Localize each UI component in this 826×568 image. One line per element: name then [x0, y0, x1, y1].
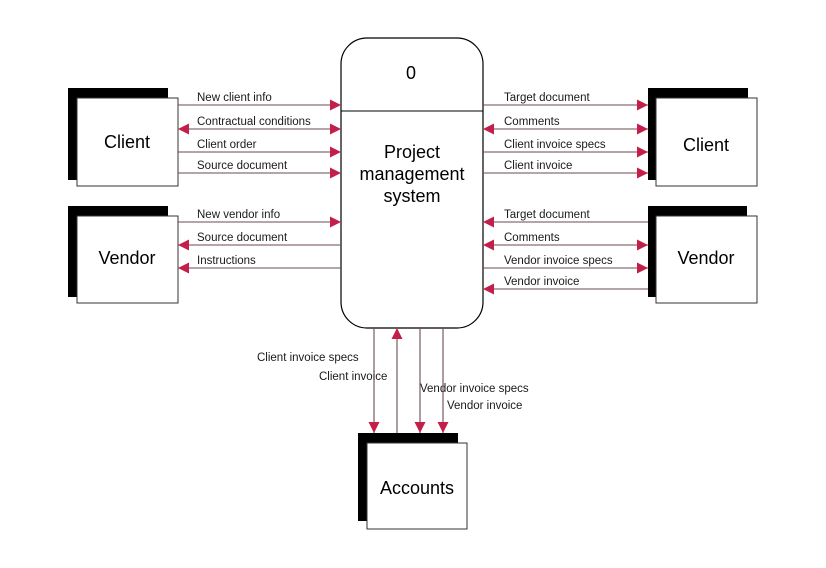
flow-source-document[interactable]: Source document — [178, 232, 341, 251]
process-number: 0 — [406, 63, 416, 83]
flow-label: Client order — [197, 139, 257, 151]
flow-target-document[interactable]: Target document — [483, 209, 648, 228]
flow-label: Vendor invoice specs — [420, 383, 529, 395]
entity-client-right[interactable]: Client — [648, 88, 758, 187]
flow-label: Source document — [197, 232, 288, 244]
flow-label: Comments — [504, 116, 560, 128]
data-flow-diagram: 0 Project management system Client Vendo… — [68, 37, 758, 530]
flow-vendor-invoice[interactable]: Vendor invoice — [483, 276, 648, 295]
flow-comments[interactable]: Comments — [483, 116, 648, 135]
flow-label: Comments — [504, 232, 560, 244]
flow-source-document[interactable]: Source document — [178, 160, 341, 179]
flow-client-invoice-specs[interactable]: Client invoice specs — [483, 139, 648, 158]
entity-accounts[interactable]: Accounts — [358, 433, 468, 530]
flow-label: Client invoice specs — [257, 352, 359, 364]
flow-label: Client invoice specs — [504, 139, 606, 151]
flow-client-order[interactable]: Client order — [178, 139, 341, 158]
flow-label: New vendor info — [197, 209, 280, 221]
flow-label: Contractual conditions — [197, 116, 311, 128]
process-name-line-2: management — [359, 164, 464, 184]
flow-new-vendor-info[interactable]: New vendor info — [178, 209, 341, 228]
entity-label: Client — [683, 135, 729, 155]
flow-label: Client invoice — [504, 160, 572, 172]
flow-label: Vendor invoice specs — [504, 255, 613, 267]
flow-label: Source document — [197, 160, 288, 172]
flow-comments[interactable]: Comments — [483, 232, 648, 251]
flow-contractual-conditions[interactable]: Contractual conditions — [178, 116, 341, 135]
flow-label: Vendor invoice — [447, 400, 522, 412]
entity-client-left[interactable]: Client — [68, 88, 179, 187]
process-name-line-1: Project — [384, 142, 440, 162]
entity-label: Accounts — [380, 478, 454, 498]
entity-label: Vendor — [98, 248, 155, 268]
process-project-management-system[interactable]: 0 Project management system — [340, 37, 484, 329]
flow-accounts-vendor-invoice-specs[interactable]: Vendor invoice specs — [414, 328, 529, 433]
flow-label: Instructions — [197, 255, 256, 267]
flow-accounts-vendor-invoice[interactable]: Vendor invoice — [437, 328, 522, 433]
flow-label: Client invoice — [319, 371, 387, 383]
flow-label: New client info — [197, 92, 272, 104]
flow-label: Target document — [504, 209, 590, 221]
flow-label: Target document — [504, 92, 590, 104]
flow-client-invoice[interactable]: Client invoice — [483, 160, 648, 179]
flow-label: Vendor invoice — [504, 276, 579, 288]
flow-accounts-client-invoice[interactable]: Client invoice — [319, 328, 403, 433]
process-name-line-3: system — [383, 186, 440, 206]
flow-vendor-invoice-specs[interactable]: Vendor invoice specs — [483, 255, 648, 274]
flow-target-document[interactable]: Target document — [483, 92, 648, 111]
flow-instructions[interactable]: Instructions — [178, 255, 341, 274]
entity-label: Client — [104, 132, 150, 152]
entity-vendor-left[interactable]: Vendor — [68, 206, 179, 304]
flow-new-client-info[interactable]: New client info — [178, 92, 341, 111]
entity-vendor-right[interactable]: Vendor — [648, 206, 758, 304]
entity-label: Vendor — [677, 248, 734, 268]
